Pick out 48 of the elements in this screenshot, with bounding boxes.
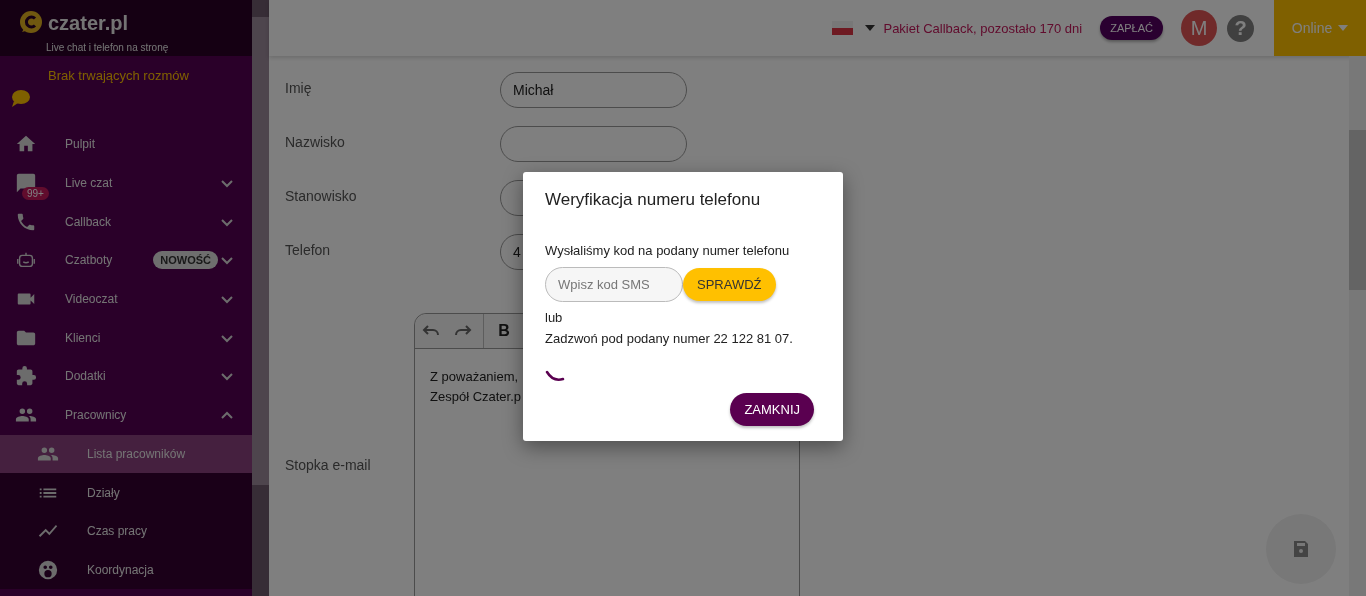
field-label: Stanowisko [285, 187, 358, 206]
puzzle-icon [15, 365, 37, 388]
help-button[interactable]: ? [1227, 14, 1254, 42]
dialog-title: Weryfikacja numeru telefonu [545, 190, 762, 210]
dialog-message: Wysłaliśmy kod na podany numer telefonu [545, 243, 791, 258]
loading-spinner [545, 370, 565, 382]
save-icon [1291, 539, 1311, 559]
logo-text: czater.pl [48, 11, 129, 35]
logo-icon [18, 10, 44, 36]
or-text: lub [545, 310, 564, 325]
pay-button[interactable]: ZAPŁAĆ [1100, 16, 1163, 40]
sidebar-item[interactable]: Callback [0, 202, 252, 242]
package-info: Pakiet Callback, pozostało 170 dni [883, 20, 1083, 36]
sidebar-item[interactable]: Dodatki [0, 357, 252, 396]
logo-tagline: Live chat i telefon na stronę [46, 42, 169, 53]
field-label: Telefon [285, 241, 332, 260]
close-button[interactable]: ZAMKNIJ [730, 393, 814, 426]
check-button[interactable]: SPRAWDŹ [683, 268, 776, 301]
sidebar-item[interactable]: Czatboty NOWOŚĆ [0, 241, 252, 280]
sidebar-item[interactable]: 99+ Live czat [0, 163, 252, 203]
caret-icon[interactable] [865, 25, 876, 31]
field-label: Nazwisko [285, 133, 346, 152]
sms-code-field[interactable]: Wpisz kod SMS [545, 267, 683, 302]
input-field[interactable] [500, 126, 687, 162]
field-label: Stopka e-mail [285, 456, 372, 475]
editor-text: Zespół Czater.p [430, 388, 522, 406]
unread-count: 99+ [22, 186, 49, 200]
submenu-item[interactable]: Koordynacja [0, 550, 252, 590]
conversation-status: Brak trwających rozmów [48, 68, 190, 83]
new-tag: NOWOŚĆ [153, 251, 218, 270]
sidebar-item[interactable]: Pulpit [0, 125, 252, 164]
scrollbar[interactable] [252, 0, 269, 596]
bold-button[interactable]: B [488, 314, 520, 348]
flag-icon[interactable] [832, 21, 854, 35]
submenu-item[interactable]: Czas pracy [0, 511, 252, 551]
chat-bubble-icon [10, 89, 30, 107]
submenu-item[interactable]: Lista pracowników [0, 434, 252, 474]
submenu-item[interactable]: Działy [0, 473, 252, 512]
user-avatar[interactable]: M [1181, 10, 1217, 46]
sidebar-item[interactable]: Pracownicy [0, 395, 252, 435]
scrollbar[interactable] [1349, 56, 1366, 596]
caret-icon [1338, 25, 1349, 31]
input-field[interactable]: Michał [500, 72, 687, 108]
call-instruction: Zadzwoń pod podany numer 22 122 81 07. [545, 331, 794, 346]
field-label: Imię [285, 79, 313, 98]
sidebar-item[interactable]: Klienci [0, 318, 252, 358]
editor-text: Z poważaniem, [430, 368, 519, 386]
sidebar-item[interactable]: Videoczat [0, 279, 252, 319]
